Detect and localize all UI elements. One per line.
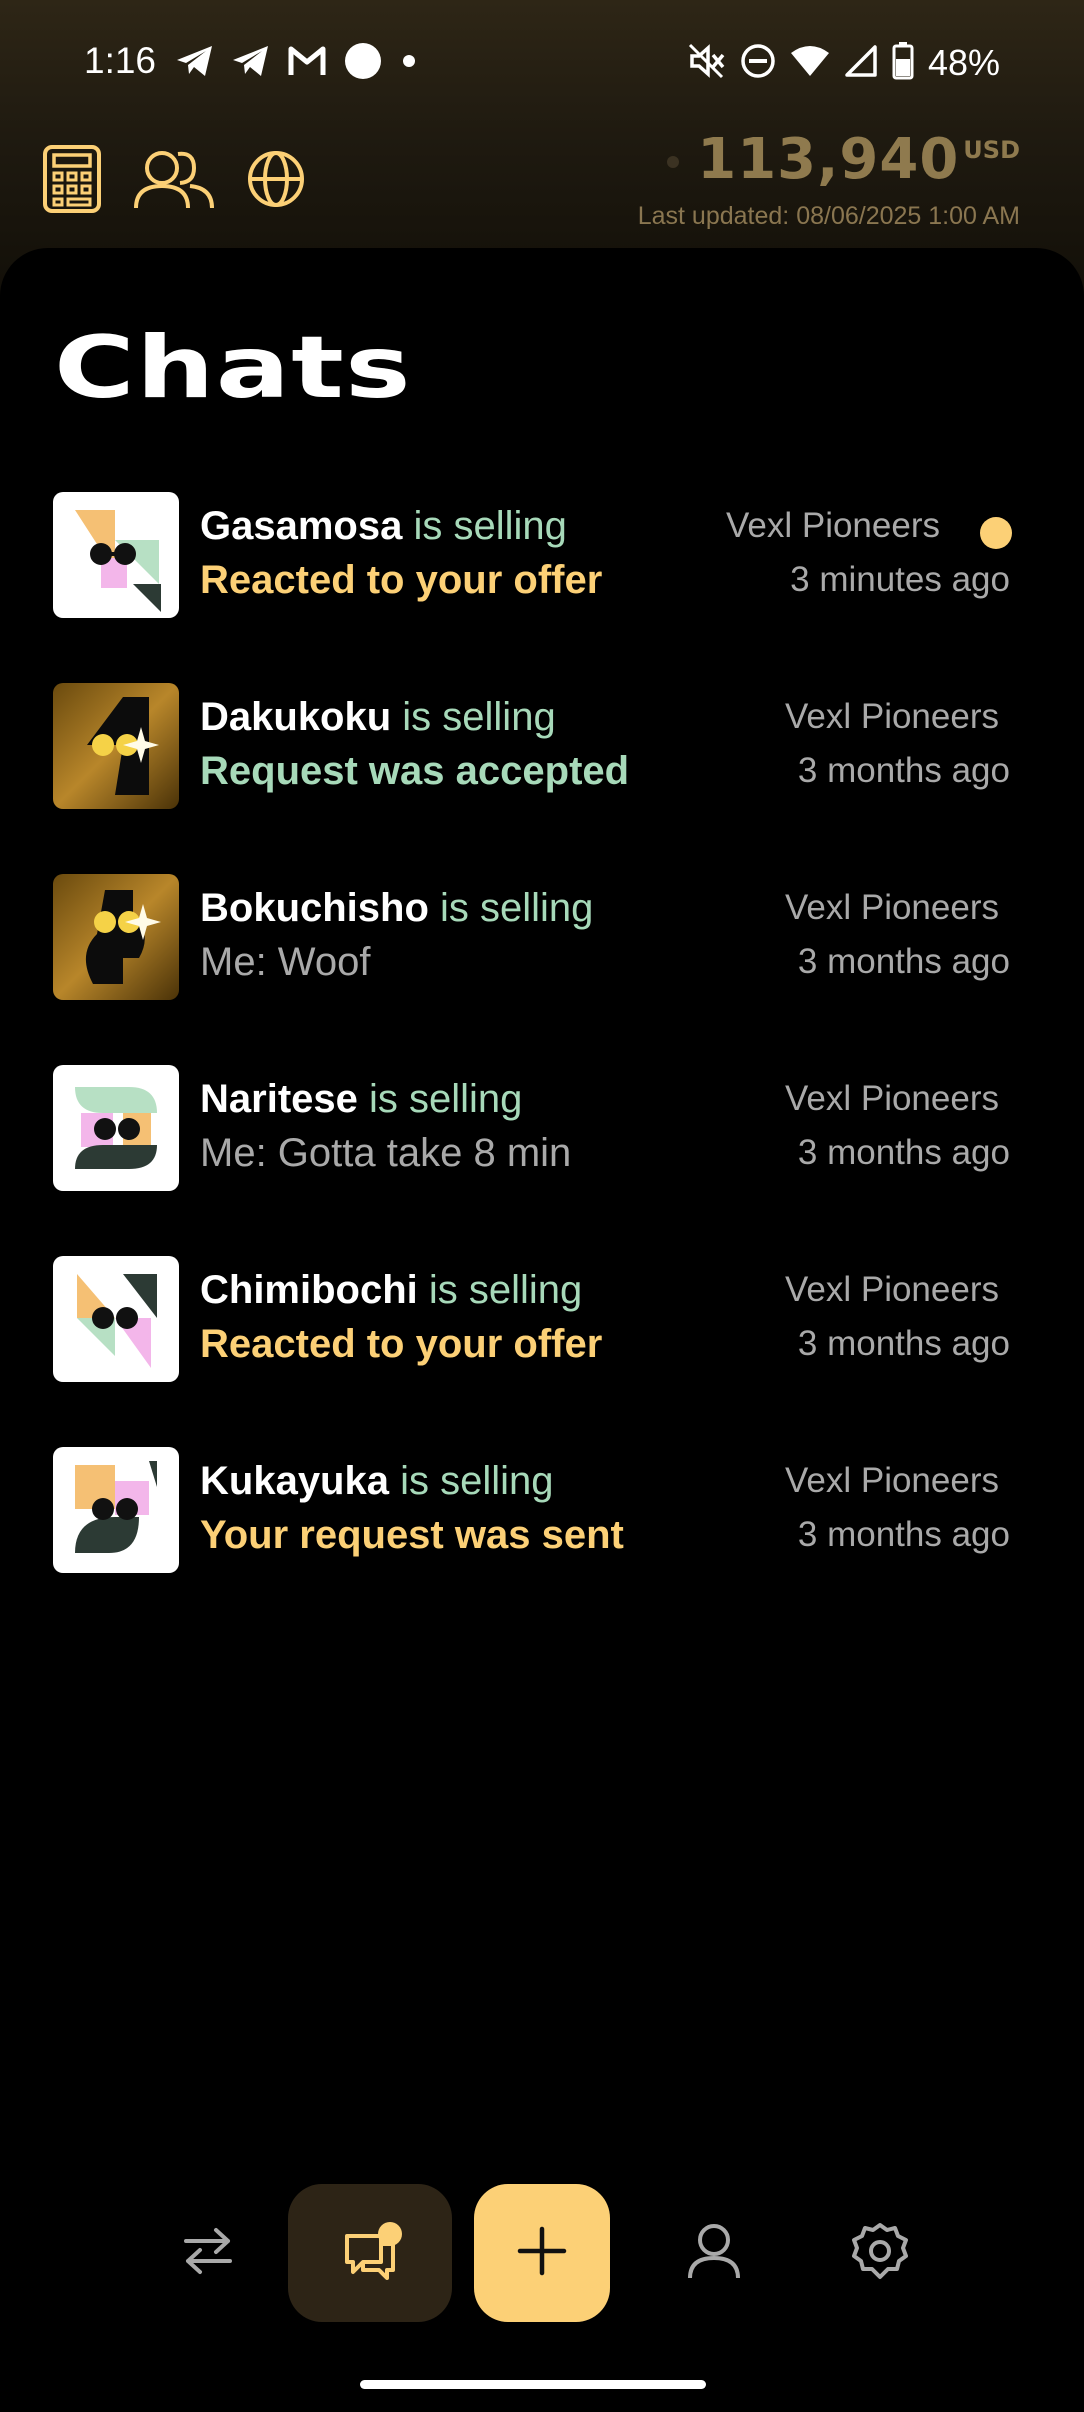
chat-last-message: Reacted to your offer [200, 1322, 603, 1366]
swap-icon [182, 2226, 234, 2281]
status-system-icons: 48% [688, 40, 1000, 86]
chat-user-name: Bokuchisho [200, 886, 429, 930]
chat-title: Bokuchisho is selling [200, 886, 593, 931]
chat-club-name: Vexl Pioneers [784, 1079, 999, 1118]
main-panel: Chats Gasamosa is selling Reacted to you… [0, 248, 1084, 2412]
dot-icon [399, 41, 419, 86]
signal-icon [844, 44, 878, 83]
balance-amount: 113,940 [697, 127, 960, 192]
globe-icon[interactable] [246, 146, 306, 212]
chat-last-message: Request was accepted [200, 749, 630, 793]
chat-club-name: Vexl Pioneers [784, 1461, 999, 1500]
mute-icon [688, 43, 726, 84]
status-time: 1:16 [84, 40, 157, 81]
nav-add-offer-button[interactable] [474, 2184, 610, 2322]
chat-list-item[interactable]: Kukayuka is selling Your request was sen… [0, 1447, 1084, 1573]
avatar [53, 683, 179, 809]
page-title: Chats [54, 318, 412, 418]
status-bar: 1:16 48% [0, 30, 1084, 96]
chat-title: Gasamosa is selling [200, 504, 567, 549]
chat-last-message: Reacted to your offer [200, 558, 603, 602]
plus-icon [516, 2225, 568, 2282]
chat-last-message: Me: Gotta take 8 min [200, 1131, 572, 1175]
gmail-icon [287, 45, 327, 82]
battery-icon [892, 41, 914, 85]
chat-user-role: is selling [388, 1459, 554, 1503]
chat-club-name: Vexl Pioneers [784, 888, 999, 927]
chat-last-message: Your request was sent [200, 1513, 624, 1557]
bottom-navigation [0, 2184, 1084, 2322]
chat-title: Chimibochi is selling [200, 1268, 582, 1313]
chat-list: Gasamosa is selling Reacted to your offe… [0, 492, 1084, 1638]
chat-user-name: Gasamosa [200, 504, 403, 548]
chat-timestamp: 3 months ago [797, 1133, 1010, 1172]
avatar [53, 1447, 179, 1573]
chat-timestamp: 3 months ago [797, 751, 1010, 790]
telegram-icon [175, 43, 215, 84]
chat-user-name: Naritese [200, 1077, 358, 1121]
chat-user-name: Dakukoku [200, 695, 392, 739]
avatar [53, 1065, 179, 1191]
chat-club-name: Vexl Pioneers [784, 697, 999, 736]
wifi-icon [790, 44, 830, 83]
chat-user-role: is selling [417, 1268, 583, 1312]
chat-user-role: is selling [428, 886, 594, 930]
chat-club-name: Vexl Pioneers [725, 506, 940, 545]
chat-user-role: is selling [402, 504, 567, 548]
circle-icon [343, 41, 383, 86]
chat-club-name: Vexl Pioneers [784, 1270, 999, 1309]
nav-marketplace-button[interactable] [168, 2184, 248, 2322]
telegram-icon [231, 43, 271, 84]
chat-timestamp: 3 months ago [797, 942, 1010, 981]
profile-icon [686, 2222, 742, 2285]
home-indicator[interactable] [360, 2380, 706, 2389]
avatar [53, 492, 179, 618]
contacts-icon[interactable] [132, 146, 216, 212]
chat-timestamp: 3 minutes ago [790, 560, 1010, 599]
chat-timestamp: 3 months ago [797, 1515, 1010, 1554]
chats-icon [335, 2222, 405, 2284]
balance-last-updated: Last updated: 08/06/2025 1:00 AM [637, 202, 1020, 230]
chat-timestamp: 3 months ago [797, 1324, 1010, 1363]
chat-user-name: Kukayuka [200, 1459, 389, 1503]
chat-title: Dakukoku is selling [200, 695, 556, 740]
chat-user-name: Chimibochi [200, 1268, 418, 1312]
nav-settings-button[interactable] [838, 2184, 922, 2322]
unread-indicator [980, 517, 1012, 549]
chat-list-item[interactable]: Naritese is selling Me: Gotta take 8 min… [0, 1065, 1084, 1191]
settings-icon [851, 2222, 909, 2285]
battery-percentage: 48% [927, 42, 1000, 83]
avatar [53, 1256, 179, 1382]
chat-title: Kukayuka is selling [200, 1459, 554, 1504]
status-notification-icons [175, 40, 419, 86]
header-toolbar [42, 145, 306, 213]
do-not-disturb-icon [740, 43, 776, 84]
nav-chats-button[interactable] [288, 2184, 452, 2322]
chat-list-item[interactable]: Bokuchisho is selling Me: Woof Vexl Pion… [0, 874, 1084, 1000]
nav-profile-button[interactable] [672, 2184, 756, 2322]
chat-user-role: is selling [357, 1077, 523, 1121]
chat-list-item[interactable]: Dakukoku is selling Request was accepted… [0, 683, 1084, 809]
chat-last-message: Me: Woof [200, 940, 371, 984]
chat-title: Naritese is selling [200, 1077, 522, 1122]
balance-indicator-dot [667, 156, 680, 168]
chat-list-item[interactable]: Gasamosa is selling Reacted to your offe… [0, 492, 1084, 618]
chat-user-role: is selling [391, 695, 556, 739]
balance-currency: USD [963, 136, 1020, 164]
btc-balance-widget[interactable]: 113,940 USD Last updated: 08/06/2025 1:0… [638, 128, 1020, 231]
calculator-icon[interactable] [42, 145, 102, 213]
avatar [53, 874, 179, 1000]
chat-list-item[interactable]: Chimibochi is selling Reacted to your of… [0, 1256, 1084, 1382]
